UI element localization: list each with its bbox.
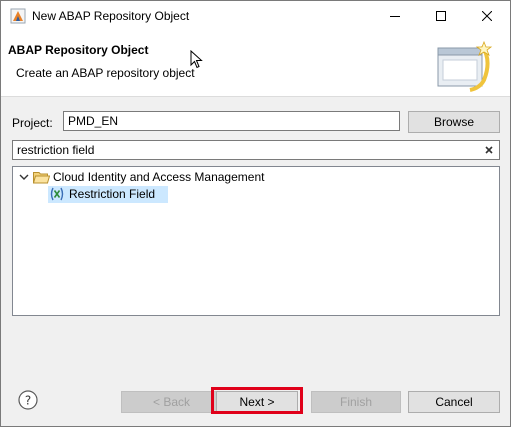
maximize-button[interactable] <box>418 1 464 32</box>
eclipse-abap-app-icon <box>10 8 26 24</box>
mouse-cursor-icon <box>190 50 203 69</box>
minimize-button[interactable] <box>372 1 418 32</box>
filter-input[interactable] <box>13 141 473 159</box>
project-label: Project: <box>12 116 53 130</box>
back-button[interactable]: < Back <box>121 391 222 413</box>
tree-item-label: Cloud Identity and Access Management <box>53 170 265 184</box>
clear-icon[interactable] <box>483 144 495 156</box>
finish-button[interactable]: Finish <box>311 391 401 413</box>
banner-subtitle: Create an ABAP repository object <box>16 66 195 80</box>
dialog-window: New ABAP Repository Object ABAP Reposito… <box>0 0 511 427</box>
tree-item-label: Restriction Field <box>69 187 156 201</box>
next-button-highlight <box>211 387 303 414</box>
window-title: New ABAP Repository Object <box>32 9 190 23</box>
close-button[interactable] <box>464 1 510 32</box>
wizard-banner: ABAP Repository Object Create an ABAP re… <box>1 32 510 97</box>
filter-field <box>12 140 500 160</box>
cancel-button[interactable]: Cancel <box>408 391 500 413</box>
minimize-icon <box>390 16 400 17</box>
chevron-down-icon[interactable] <box>19 173 29 181</box>
banner-title: ABAP Repository Object <box>8 43 149 57</box>
maximize-icon <box>436 11 446 21</box>
project-input[interactable] <box>63 111 400 131</box>
wizard-window-graphic-icon <box>437 40 493 92</box>
svg-text:?: ? <box>25 394 31 408</box>
help-icon[interactable]: ? <box>18 390 38 410</box>
title-bar: New ABAP Repository Object <box>1 1 510 32</box>
object-type-tree: Cloud Identity and Access Management Res… <box>12 166 500 316</box>
tree-item-category[interactable]: Cloud Identity and Access Management <box>17 169 317 186</box>
restriction-field-icon <box>50 187 64 201</box>
close-icon <box>482 11 492 21</box>
folder-open-icon <box>33 172 50 184</box>
browse-button[interactable]: Browse <box>408 111 500 133</box>
tree-item-restriction-field[interactable]: Restriction Field <box>48 186 168 203</box>
